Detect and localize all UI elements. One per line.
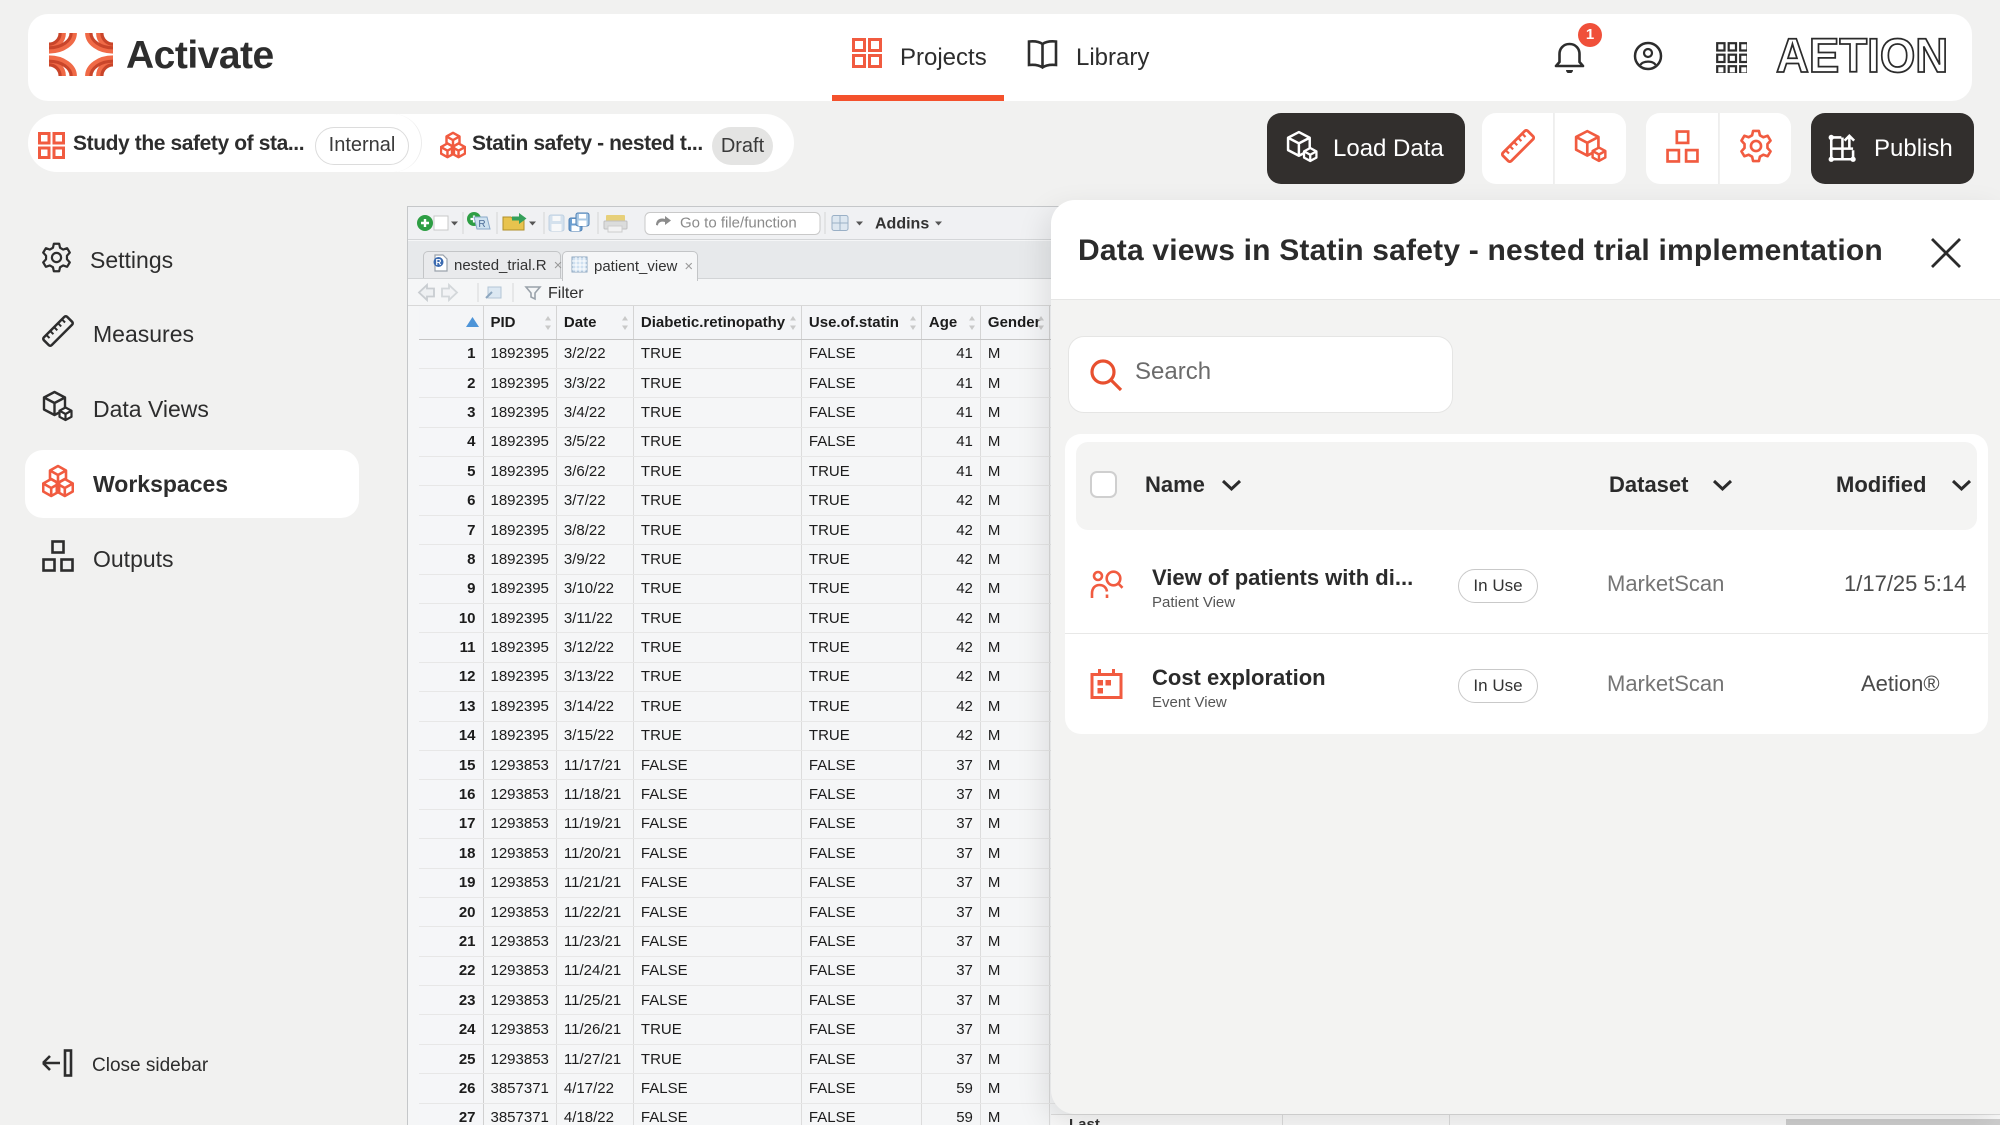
svg-text:R: R: [436, 258, 442, 267]
svg-text:R: R: [478, 219, 485, 230]
svg-text:Addins: Addins: [875, 216, 929, 233]
svg-text:Go to file/function: Go to file/function: [680, 215, 797, 232]
svg-text:Filter: Filter: [548, 285, 584, 302]
svg-text:AETION: AETION: [1776, 32, 1948, 76]
